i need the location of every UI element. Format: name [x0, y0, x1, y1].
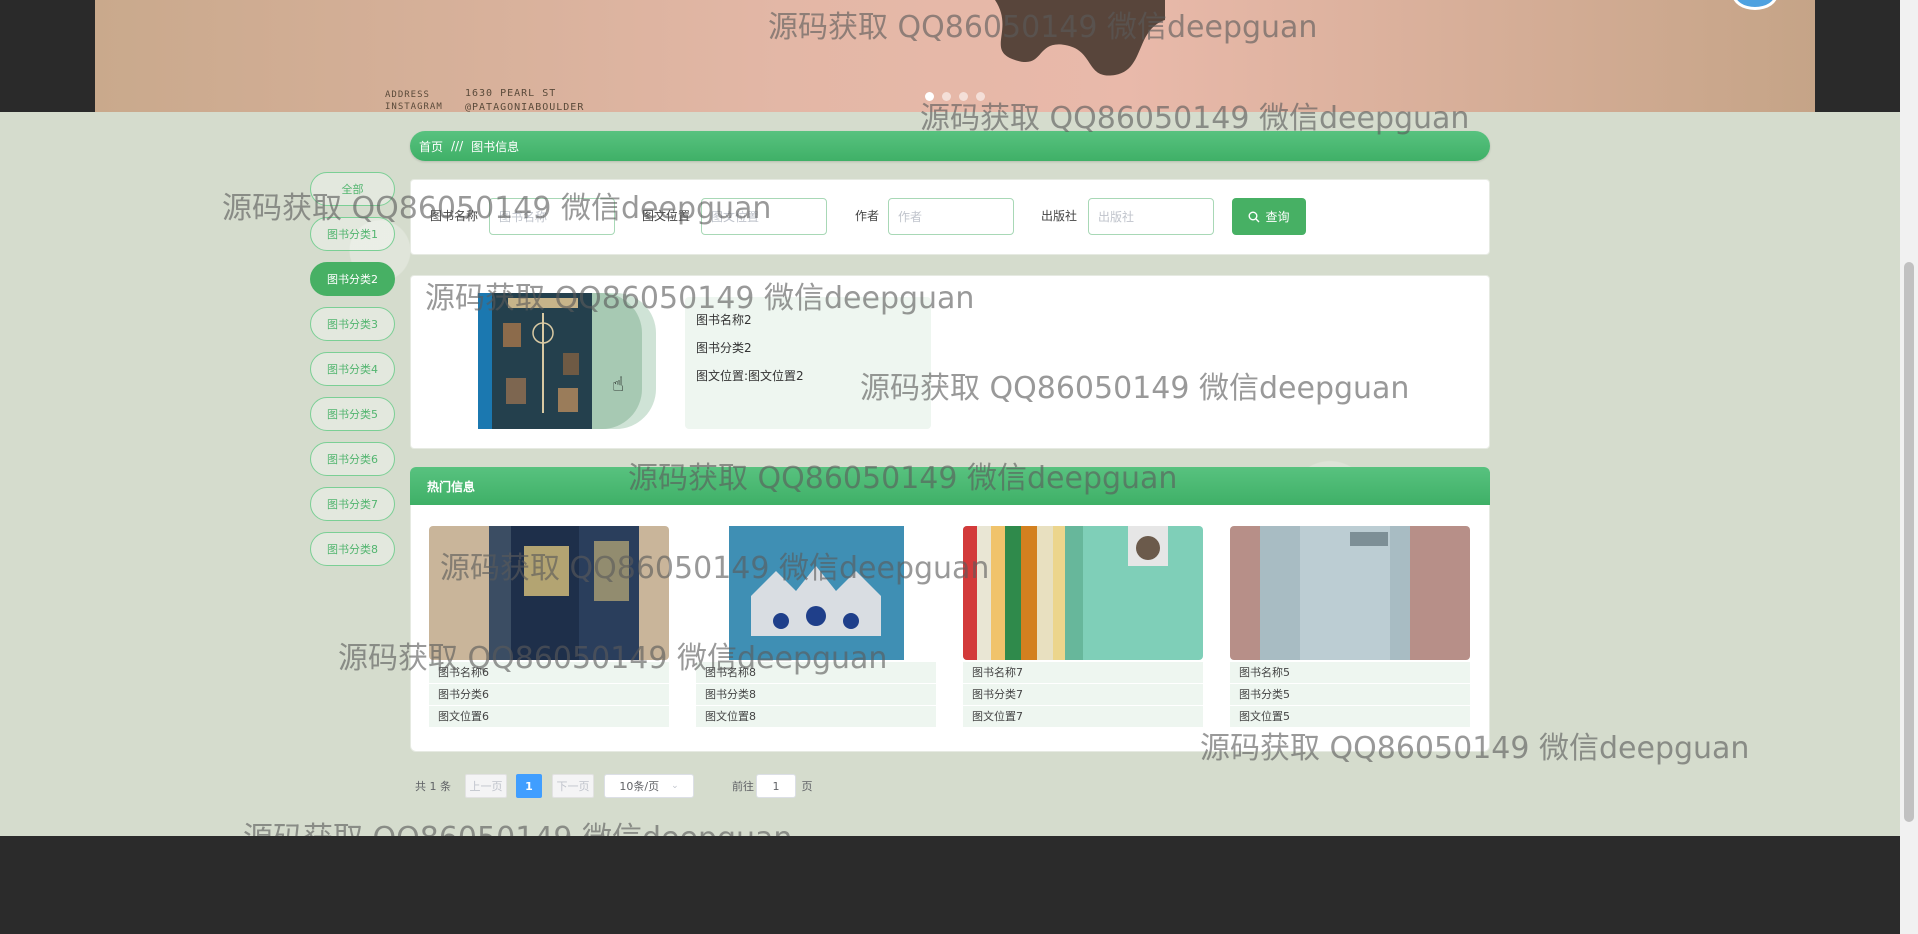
page-size-value: 10条/页: [619, 780, 660, 793]
hot-info-header: 热门信息: [410, 467, 1490, 505]
hot-book-category: 图书分类6: [429, 684, 669, 706]
hot-book-name: 图书名称7: [963, 662, 1203, 684]
hot-book-card[interactable]: 图书名称6 图书分类6 图文位置6: [429, 524, 669, 734]
book-name-label: 图书名称: [430, 209, 479, 223]
carousel-dot[interactable]: [976, 92, 985, 101]
breadcrumb-current: 图书信息: [471, 139, 520, 154]
watermark-text: 源码获取 QQ86050149 微信deepguan: [243, 813, 792, 836]
category-4[interactable]: 图书分类4: [310, 352, 395, 386]
page-number-button[interactable]: 1: [516, 774, 542, 798]
prev-page-button[interactable]: 上一页: [465, 774, 507, 798]
hot-book-card[interactable]: 图书名称8 图书分类8 图文位置8: [696, 524, 936, 734]
category-7[interactable]: 图书分类7: [310, 487, 395, 521]
hot-book-card[interactable]: 图书名称5 图书分类5 图文位置5: [1230, 524, 1470, 734]
hot-book-card[interactable]: 图书名称7 图书分类7 图文位置7: [963, 524, 1203, 734]
hot-book-info: 图书名称5 图书分类5 图文位置5: [1230, 662, 1470, 728]
chevron-down-icon: ⌄: [671, 781, 679, 791]
category-8[interactable]: 图书分类8: [310, 532, 395, 566]
page-background: ADDRESS 1630 PEARL ST INSTAGRAM @PATAGON…: [0, 0, 1900, 836]
book-location: 图文位置:图文位置2: [696, 369, 804, 383]
category-3[interactable]: 图书分类3: [310, 307, 395, 341]
hero-left-edge: [0, 0, 95, 112]
hot-book-location: 图文位置5: [1230, 706, 1470, 728]
search-button-label: 查询: [1265, 210, 1290, 224]
category-1[interactable]: 图书分类1: [310, 217, 395, 251]
hot-book-name: 图书名称8: [696, 662, 936, 684]
hot-book-info: 图书名称6 图书分类6 图文位置6: [429, 662, 669, 728]
hot-info-title: 热门信息: [427, 479, 476, 494]
hot-book-image[interactable]: [696, 526, 936, 660]
hero-instagram-value: @PATAGONIABOULDER: [465, 102, 585, 113]
hero-decoration: [995, 0, 1165, 76]
category-5[interactable]: 图书分类5: [310, 397, 395, 431]
hero-address-value: 1630 PEARL ST: [465, 88, 557, 99]
author-label: 作者: [855, 209, 880, 223]
book-cover-image[interactable]: [478, 293, 592, 429]
hot-book-image[interactable]: [1230, 526, 1470, 660]
next-page-button[interactable]: 下一页: [552, 774, 594, 798]
hero-address-label: ADDRESS: [385, 90, 430, 100]
breadcrumb: 首页 /// 图书信息: [410, 131, 1490, 161]
hot-book-image[interactable]: [963, 526, 1203, 660]
hand-cursor-icon: ☝: [612, 372, 625, 396]
hero-instagram-label: INSTAGRAM: [385, 102, 443, 112]
publisher-label: 出版社: [1041, 209, 1078, 223]
scrollbar-thumb[interactable]: [1904, 262, 1914, 822]
book-name: 图书名称2: [696, 313, 752, 327]
breadcrumb-home[interactable]: 首页: [419, 138, 443, 155]
hero-right-edge: [1815, 0, 1900, 112]
hot-book-category: 图书分类8: [696, 684, 936, 706]
hot-book-category: 图书分类7: [963, 684, 1203, 706]
hot-book-category: 图书分类5: [1230, 684, 1470, 706]
hot-book-info: 图书名称7 图书分类7 图文位置7: [963, 662, 1203, 728]
hot-book-name: 图书名称6: [429, 662, 669, 684]
search-icon: [1248, 211, 1260, 222]
carousel-indicators: [925, 92, 985, 101]
page-size-select[interactable]: 10条/页 ⌄: [604, 774, 694, 798]
hot-book-info: 图书名称8 图书分类8 图文位置8: [696, 662, 936, 728]
book-name-input[interactable]: [489, 198, 615, 235]
hot-book-name: 图书名称5: [1230, 662, 1470, 684]
publisher-input[interactable]: [1088, 198, 1214, 235]
book-cover-art: [478, 293, 592, 429]
hot-book-location: 图文位置7: [963, 706, 1203, 728]
category-2[interactable]: 图书分类2: [310, 262, 395, 296]
goto-label: 前往: [732, 780, 754, 793]
breadcrumb-separator: ///: [451, 139, 464, 153]
hot-book-location: 图文位置8: [696, 706, 936, 728]
pagination-total: 共 1 条: [415, 780, 451, 793]
location-input[interactable]: [701, 198, 827, 235]
hot-book-image[interactable]: [429, 526, 669, 660]
search-button[interactable]: 查询: [1232, 198, 1306, 235]
author-input[interactable]: [888, 198, 1014, 235]
book-category: 图书分类2: [696, 341, 752, 355]
goto-page-input[interactable]: [756, 774, 796, 798]
page-suffix: 页: [801, 780, 813, 793]
carousel-dot[interactable]: [925, 92, 934, 101]
carousel-dot[interactable]: [942, 92, 951, 101]
hot-book-location: 图文位置6: [429, 706, 669, 728]
vertical-scrollbar[interactable]: [1900, 0, 1918, 934]
category-6[interactable]: 图书分类6: [310, 442, 395, 476]
carousel-dot[interactable]: [959, 92, 968, 101]
category-all[interactable]: 全部: [310, 172, 395, 206]
location-label: 图文位置: [642, 209, 691, 223]
